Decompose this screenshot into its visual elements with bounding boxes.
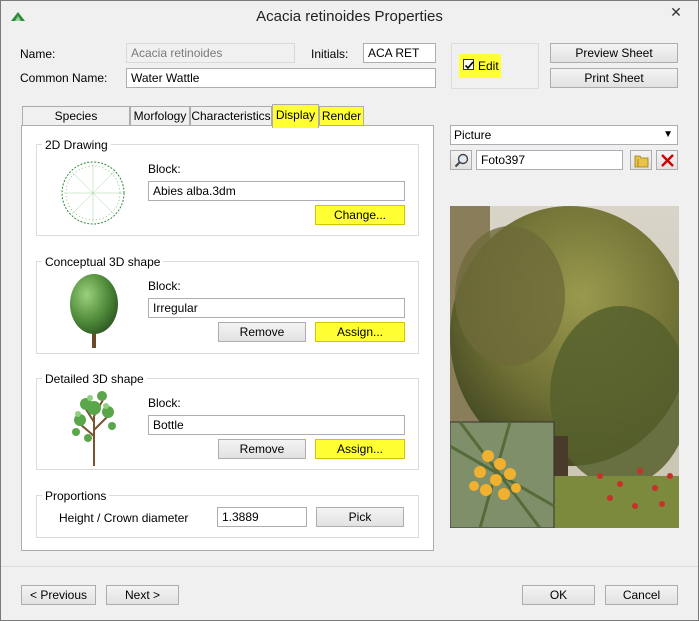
print-sheet-button[interactable]: Print Sheet <box>550 68 678 88</box>
pick-button[interactable]: Pick <box>316 507 404 527</box>
conceptual-3d-block-field[interactable]: Irregular <box>148 298 405 318</box>
title-bar: Acacia retinoides Properties ✕ <box>1 1 698 32</box>
previous-button[interactable]: < Previous <box>21 585 96 605</box>
detailed-assign-button[interactable]: Assign... <box>315 439 405 459</box>
name-field[interactable]: Acacia retinoides <box>126 43 295 63</box>
close-icon: ✕ <box>670 4 682 20</box>
conceptual-3d-block-label: Block: <box>148 279 181 293</box>
tab-display[interactable]: Display <box>272 104 319 128</box>
checkmark-icon <box>464 61 474 70</box>
preview-sheet-button[interactable]: Preview Sheet <box>550 43 678 63</box>
initials-field[interactable]: ACA RET <box>363 43 436 63</box>
conceptual-assign-button[interactable]: Assign... <box>315 322 405 342</box>
checkbox-box <box>463 59 474 70</box>
tab-render[interactable]: Render <box>319 106 364 126</box>
browse-picture-button[interactable] <box>630 150 652 170</box>
delete-picture-button[interactable] <box>656 150 678 170</box>
name-label: Name: <box>20 47 56 61</box>
drawing-2d-title: 2D Drawing <box>42 138 111 152</box>
properties-window: Acacia retinoides Properties ✕ Name: Aca… <box>0 0 699 621</box>
footer-separator <box>1 566 698 567</box>
detailed-3d-block-field[interactable]: Bottle <box>148 415 405 435</box>
conceptual-3d-title: Conceptual 3D shape <box>42 255 164 269</box>
tree-2d-symbol-icon <box>61 161 125 225</box>
edit-checkbox[interactable]: Edit <box>459 54 501 78</box>
height-crown-label: Height / Crown diameter <box>59 511 189 525</box>
chevron-down-icon: ▼ <box>663 129 673 140</box>
species-photo <box>450 206 679 528</box>
cancel-button[interactable]: Cancel <box>605 585 678 605</box>
common-name-field[interactable]: Water Wattle <box>126 68 436 88</box>
red-x-icon <box>661 154 674 167</box>
close-button[interactable]: ✕ <box>660 2 692 22</box>
detailed-remove-button[interactable]: Remove <box>218 439 306 459</box>
common-name-label: Common Name: <box>20 71 108 85</box>
conceptual-remove-button[interactable]: Remove <box>218 322 306 342</box>
picture-mode-select[interactable]: Picture ▼ <box>450 125 678 145</box>
height-crown-field[interactable]: 1.3889 <box>217 507 307 527</box>
folder-icon <box>634 155 649 168</box>
picture-file-field[interactable]: Foto397 <box>476 150 623 170</box>
window-title: Acacia retinoides Properties <box>256 8 443 25</box>
detailed-tree-icon <box>72 391 116 466</box>
conceptual-tree-icon <box>70 274 118 348</box>
drawing-2d-block-label: Block: <box>148 162 181 176</box>
change-button[interactable]: Change... <box>315 205 405 225</box>
drawing-2d-block-field[interactable]: Abies alba.3dm <box>148 181 405 201</box>
display-tab-panel: 2D Drawing Block: Abies alba.3dm Change.… <box>21 125 434 551</box>
detailed-3d-block-label: Block: <box>148 396 181 410</box>
proportions-title: Proportions <box>42 489 110 503</box>
edit-label: Edit <box>478 59 499 73</box>
tab-characteristics[interactable]: Characteristics <box>190 106 272 126</box>
tab-species-information[interactable]: Species Information <box>22 106 130 142</box>
next-button[interactable]: Next > <box>106 585 179 605</box>
ok-button[interactable]: OK <box>522 585 595 605</box>
magnifier-icon <box>454 153 469 168</box>
detailed-3d-title: Detailed 3D shape <box>42 372 147 386</box>
initials-label: Initials: <box>311 47 349 61</box>
picture-mode-value: Picture <box>454 128 492 142</box>
search-picture-button[interactable] <box>450 150 472 170</box>
tab-morfology[interactable]: Morfology <box>130 106 190 126</box>
